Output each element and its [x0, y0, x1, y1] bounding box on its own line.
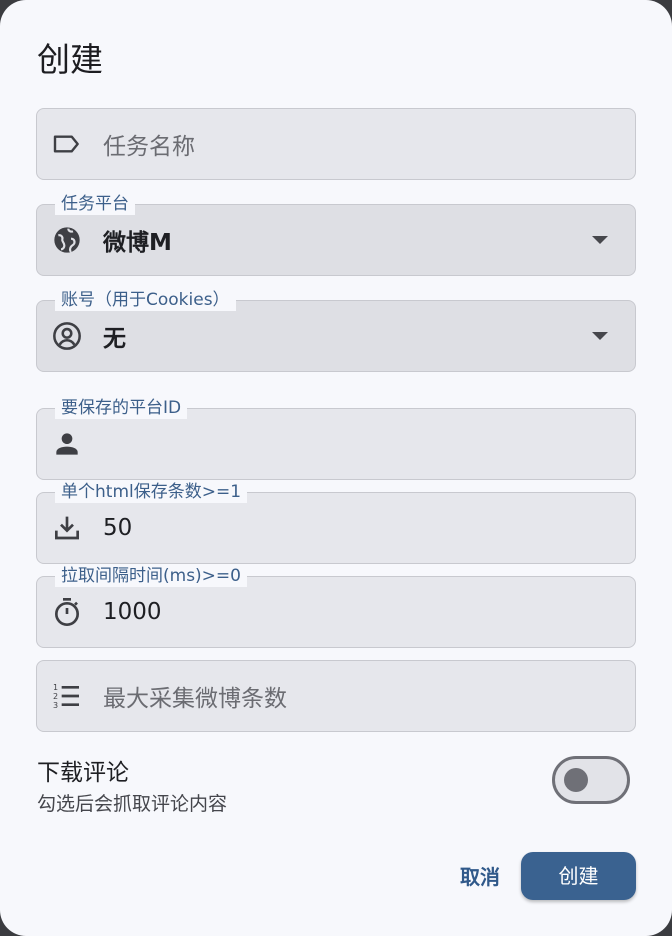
numbered-list-icon: 123: [51, 680, 83, 712]
download-comments-title: 下载评论: [37, 760, 129, 786]
platform-select[interactable]: 任务平台 微博M: [36, 193, 636, 276]
per-html-label: 单个html保存条数>=1: [55, 481, 248, 503]
download-comments-subtitle: 勾选后会抓取评论内容: [37, 793, 228, 815]
task-name-placeholder: 任务名称: [103, 134, 195, 160]
svg-text:1: 1: [53, 683, 58, 692]
task-name-field[interactable]: 任务名称: [36, 108, 636, 180]
chevron-down-icon: [592, 332, 608, 340]
person-icon: [51, 428, 83, 460]
platform-id-label: 要保存的平台ID: [55, 397, 188, 419]
interval-field[interactable]: 拉取间隔时间(ms)>=0 1000: [36, 565, 636, 648]
account-circle-icon: [51, 320, 83, 352]
timer-icon: [51, 596, 83, 628]
platform-label: 任务平台: [55, 193, 135, 215]
dialog-title: 创建: [37, 40, 103, 79]
chevron-down-icon: [592, 236, 608, 244]
max-count-field[interactable]: 123 最大采集微博条数: [36, 660, 636, 732]
max-count-placeholder: 最大采集微博条数: [103, 686, 287, 712]
globe-icon: [51, 224, 83, 256]
cancel-button[interactable]: 取消: [452, 856, 508, 898]
interval-input[interactable]: 1000: [103, 599, 162, 625]
account-value: 无: [103, 326, 126, 352]
account-select[interactable]: 账号（用于Cookies） 无: [36, 289, 636, 372]
per-html-input[interactable]: 50: [103, 515, 132, 541]
platform-value: 微博M: [103, 230, 172, 256]
download-icon: [51, 512, 83, 544]
platform-id-field[interactable]: 要保存的平台ID: [36, 397, 636, 480]
create-button[interactable]: 创建: [521, 852, 636, 900]
svg-text:3: 3: [53, 701, 58, 710]
per-html-field[interactable]: 单个html保存条数>=1 50: [36, 481, 636, 564]
create-task-dialog: 创建 任务名称 任务平台 微博M 账号（用于Cookies） 无 要保存的平台I…: [0, 0, 672, 936]
label-icon: [51, 128, 83, 160]
svg-text:2: 2: [53, 692, 58, 701]
download-comments-toggle[interactable]: [552, 756, 630, 804]
toggle-thumb: [564, 768, 588, 792]
interval-label: 拉取间隔时间(ms)>=0: [55, 565, 247, 587]
account-label: 账号（用于Cookies）: [55, 289, 236, 311]
